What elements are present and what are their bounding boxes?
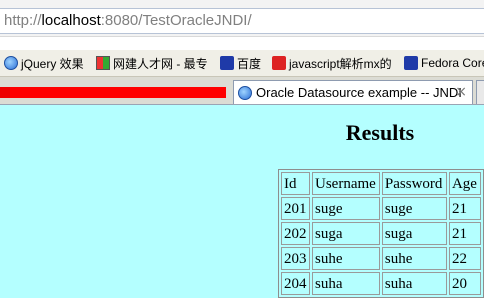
bookmark-label: jQuery 效果 [21, 56, 84, 71]
cell-username: suhe [312, 247, 380, 270]
windows-icon [96, 56, 110, 70]
url-path: :8080/TestOracleJNDI/ [100, 12, 252, 29]
loading-bar [0, 87, 226, 98]
address-bar: http://localhost:8080/TestOracleJNDI/ [0, 0, 484, 37]
header-password: Password [381, 172, 447, 195]
cell-username: suga [312, 222, 380, 245]
ie-page-icon [4, 56, 18, 70]
bookmark-baidu[interactable]: 百度 [220, 54, 261, 72]
cell-id: 204 [281, 272, 310, 295]
bookmark-wangjian[interactable]: 网建人才网 - 最专 [96, 54, 208, 72]
cell-username: suge [312, 197, 380, 220]
bookmark-label: 百度 [237, 56, 262, 71]
page-title: Results [345, 120, 415, 145]
header-username: Username [312, 172, 380, 195]
bookmark-javascript[interactable]: javascript解析mx的 [272, 54, 392, 72]
tab-next[interactable] [476, 80, 484, 104]
url-text: http://localhost:8080/TestOracleJNDI/ [4, 12, 252, 29]
table-row: 203 suhe suhe 22 [281, 247, 481, 270]
cell-password: suha [381, 272, 447, 295]
url-protocol: http:// [4, 12, 42, 29]
paw-icon [220, 56, 234, 70]
bookmark-jquery[interactable]: jQuery 效果 [4, 54, 84, 72]
header-id: Id [281, 172, 310, 195]
cell-age: 21 [448, 197, 481, 220]
table-row: 204 suha suha 20 [281, 272, 481, 295]
close-icon[interactable]: × [455, 84, 467, 100]
bookmark-fedora[interactable]: Fedora Core [404, 54, 484, 72]
tab-title: Oracle Datasource example -- JNDI [256, 85, 462, 100]
page-content: Results Id Username Password Age 201 sug… [0, 105, 484, 298]
cell-age: 22 [448, 247, 481, 270]
table-header-row: Id Username Password Age [281, 172, 481, 195]
cell-id: 203 [281, 247, 310, 270]
cell-age: 21 [448, 222, 481, 245]
c-icon [272, 56, 286, 70]
cell-password: suhe [381, 247, 447, 270]
table-row: 202 suga suga 21 [281, 222, 481, 245]
ie-page-icon [238, 85, 252, 100]
url-host: localhost [41, 12, 101, 29]
bookmark-label: Fedora Core [421, 56, 484, 70]
cell-id: 201 [281, 197, 310, 220]
cell-password: suga [381, 222, 447, 245]
tab-oracle-datasource[interactable]: Oracle Datasource example -- JNDI × [233, 80, 473, 104]
bookmark-label: javascript解析mx的 [289, 56, 392, 71]
table-row: 201 suge suge 21 [281, 197, 481, 220]
cell-id: 202 [281, 222, 310, 245]
url-input[interactable]: http://localhost:8080/TestOracleJNDI/ [0, 8, 484, 34]
cell-password: suge [381, 197, 447, 220]
paw-icon [404, 56, 418, 70]
results-table: Id Username Password Age 201 suge suge 2… [278, 169, 484, 298]
tab-strip: Oracle Datasource example -- JNDI × [0, 77, 484, 105]
cell-username: suha [312, 272, 380, 295]
cell-age: 20 [448, 272, 481, 295]
header-age: Age [448, 172, 481, 195]
bookmark-label: 网建人才网 - 最专 [113, 56, 208, 71]
bookmarks-bar: jQuery 效果 网建人才网 - 最专 百度 javascript解析mx的 … [0, 50, 484, 77]
